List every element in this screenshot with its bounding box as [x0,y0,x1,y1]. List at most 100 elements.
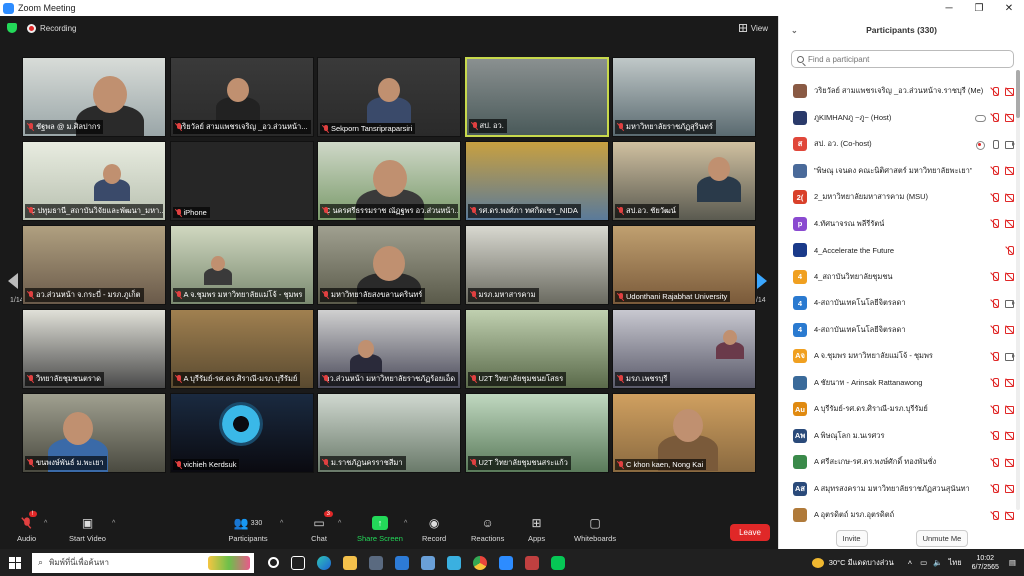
chat-button[interactable]: ▭ 3 Chat [311,511,333,543]
view-button[interactable]: View [738,24,768,33]
invite-button[interactable]: Invite [835,529,868,547]
app-icon[interactable] [447,555,461,570]
taskbar-search[interactable]: ⌕ พิมพ์ที่นี่เพื่อค้นหา [32,552,254,573]
next-page-arrow-icon[interactable] [757,273,767,289]
video-tile[interactable]: A บุรีรัมย์-รศ.ดร.ศิราณี-มรภ.บุรีรัมย์ [169,309,314,389]
participant-row[interactable]: Aส A สมุทรสงคราม มหาวิทยาลัยราชภัฏสวนสุนั… [779,476,1015,503]
video-tile[interactable]: U2T วิทยาลัยชุมชนสระแก้ว [464,393,609,473]
video-tile[interactable]: สป.อว. ชัยวัฒน์ [612,141,756,221]
chat-caret-icon[interactable]: ^ [338,520,341,527]
video-tile[interactable]: Udonthani Rajabhat University [612,225,756,305]
panel-collapse-chevron-icon[interactable]: ⌄ [791,26,798,35]
maximize-icon[interactable]: ❐ [964,3,994,14]
mic-muted-icon [990,457,1000,467]
network-icon[interactable]: ▭ [920,558,927,567]
security-shield-icon[interactable] [7,23,17,33]
edge-browser-icon[interactable] [317,555,331,570]
video-tile[interactable]: ขนพงษ์พันธ์ ม.พะเยา [22,393,166,473]
participant-row[interactable]: Aจ A จ.ชุมพร มหาวิทยาลัยแม่โจ้ - ชุมพร [779,343,1015,370]
video-tile[interactable]: C นครศรีธรรมราช ณัฏฐพร อว.ส่วนหน้า... [317,141,461,221]
video-tile[interactable]: Sekporn Tansripraparsiri [317,57,461,137]
minimize-icon[interactable]: ─ [934,3,964,14]
participant-search-input[interactable] [808,54,988,64]
share-screen-button[interactable]: ↑ Share Screen [357,516,403,543]
windows-start-icon[interactable] [9,556,21,569]
language-indicator[interactable]: ไทย [949,557,962,569]
video-tile[interactable]: วริยวัลย์ สามแพชรเจริญ _อว.ส่วนหน้า... [169,57,314,137]
mic-muted-icon [618,375,624,383]
app-icon-red[interactable] [525,555,539,570]
chrome-browser-icon[interactable] [473,555,487,570]
participant-list-scrollbar[interactable] [1016,70,1020,510]
weather-text[interactable]: 30°C มีแดดบางส่วน [829,557,894,569]
notification-icon[interactable]: ▤ [1009,558,1016,567]
zoom-taskbar-icon[interactable] [499,555,513,570]
video-tile[interactable]: มรภ.มหาสารคาม [464,225,609,305]
video-tile[interactable]: ชัฐพล @ ม.ศิลปากร [22,57,166,137]
apps-button[interactable]: ⊞ Apps [528,516,545,543]
video-tile[interactable]: ม.ราชภัฏนครราชสีมา [317,393,461,473]
task-view-icon[interactable] [291,555,305,570]
video-tile[interactable]: U2T วิทยาลัยชุมชนยโสธร [464,309,609,389]
scrollbar-thumb[interactable] [1016,70,1020,118]
participant-row[interactable]: Aพ A พิษณุโลก ม.นเรศวร [779,423,1015,450]
share-caret-icon[interactable]: ^ [404,520,407,527]
video-tile[interactable]: vichieh Kerdsuk [169,393,314,473]
windows-taskbar: ⌕ พิมพ์ที่นี่เพื่อค้นหา 30°C มีแดดบางส่ว… [0,549,1024,576]
participant-row[interactable]: 4_Accelerate the Future [779,237,1015,264]
participants-caret-icon[interactable]: ^ [280,520,283,527]
participant-row[interactable]: A ชัยนาท - Arinsak Rattanawong [779,370,1015,397]
participant-search[interactable] [791,50,1014,68]
line-app-icon[interactable] [551,555,565,570]
prev-page-arrow-icon[interactable] [8,273,18,289]
participant-row[interactable]: วริยวัลย์ สามแพชรเจริญ _อว.ส่วนหน้าจ.ราช… [779,78,1015,105]
video-tile[interactable]: มหาวิทยาลัยสงขลานครินทร์ [317,225,461,305]
video-tile[interactable]: มหาวิทยาลัยราชภัฏสุรินทร์ [612,57,756,137]
video-options-caret-icon[interactable]: ^ [112,520,115,527]
participant-row[interactable]: 4 4-สถาบันเทคโนโลยีจิตรลดา [779,317,1015,344]
participant-row[interactable]: Au A บุรีรัมย์-รศ.ดร.ศิราณี-มรภ.บุรีรัมย์ [779,396,1015,423]
video-tile[interactable]: C ปทุมธานี_สถาบันวิจัยและพัฒนา_มหา... [22,141,166,221]
participant-row[interactable]: A อุตรดิตถ์ มรภ.อุตรดิตถ์ [779,502,1015,529]
cortana-icon[interactable] [268,557,279,568]
video-tile[interactable]: อว.ส่วนหน้า มหาวิทยาลัยราชภัฏร้อยเอ็ด [317,309,461,389]
participants-button[interactable]: 👥 330 Participants [228,516,268,543]
video-tile[interactable]: มรภ.เพชรบุรี [612,309,756,389]
speaker-icon[interactable]: 🔈 [933,558,942,567]
video-tile[interactable]: วิทยาลัยชุมชนตราด [22,309,166,389]
store-icon[interactable] [369,555,383,570]
participant-row[interactable]: A ศรีสะเกษ-รศ.ดร.พงษ์ศักดิ์ ทองพันชั่ง [779,449,1015,476]
search-icon: ⌕ [38,557,44,567]
video-tile[interactable]: A จ.ชุมพร มหาวิทยาลัยแม่โจ้ - ชุมพร [169,225,314,305]
close-icon[interactable]: ✕ [994,3,1024,14]
video-tile[interactable]: iPhone [169,141,314,221]
weather-icon[interactable] [811,557,824,568]
participant-row[interactable]: 2(2_มหาวิทยาลัยมหาสารคาม (MSU) [779,184,1015,211]
file-explorer-icon[interactable] [343,555,357,570]
photos-icon[interactable] [421,555,435,570]
mail-icon[interactable] [395,555,409,570]
participant-row[interactable]: "พิษณุ เจนดง คณะนิติศาสตร์ มหาวิทยาลัยพะ… [779,158,1015,185]
record-button[interactable]: ◉ Record [422,516,446,543]
participant-row[interactable]: ส สป. อว. (Co-host) [779,131,1015,158]
avatar [793,110,807,125]
participant-row[interactable]: 4 4_สถาบันวิทยาลัยชุมชน [779,264,1015,291]
reactions-button[interactable]: ☺ Reactions [471,516,504,543]
start-video-button[interactable]: ▣ Start Video [69,516,106,543]
mic-muted-icon [990,166,1000,176]
system-clock[interactable]: 10:02 6/7/2565 [972,554,999,572]
audio-button[interactable]: ! Audio [17,511,37,543]
participant-row[interactable]: p 4.ทัศนาจรณ พลีรีรัตน์ [779,211,1015,238]
whiteboards-button[interactable]: ▢ Whiteboards [574,516,616,543]
video-tile[interactable]: รศ.ดร.พงศ์ภา ทศกิดเชร_NIDA [464,141,609,221]
recording-indicator[interactable]: Recording [27,23,76,33]
video-tile[interactable]: C khon kaen, Nong Kai [612,393,756,473]
audio-options-caret-icon[interactable]: ^ [44,520,47,527]
leave-button[interactable]: Leave [730,524,770,541]
video-tile[interactable]: สป. อว. [464,57,609,137]
participant-row[interactable]: ภูKIMHANภู ~ภู~ (Host) [779,105,1015,132]
participant-row[interactable]: 4 4-สถาบันเทคโนโลยีจิตรลดา [779,290,1015,317]
video-tile[interactable]: อว.ส่วนหน้า จ.กระบี่ - มรภ.ภูเก็ต [22,225,166,305]
tray-chevron-icon[interactable]: ˄ [908,558,912,567]
unmute-me-button[interactable]: Unmute Me [915,529,969,547]
